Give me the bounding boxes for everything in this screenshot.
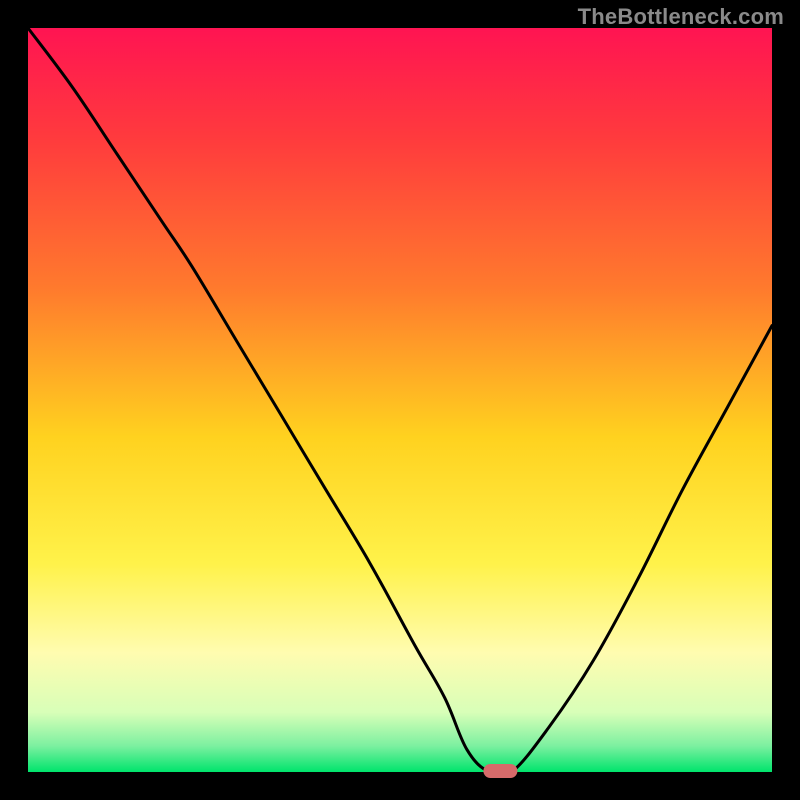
watermark-text: TheBottleneck.com <box>578 4 784 30</box>
chart-frame: { "watermark": "TheBottleneck.com", "cha… <box>0 0 800 800</box>
plot-background <box>28 28 772 772</box>
optimal-marker <box>483 764 517 778</box>
bottleneck-chart <box>0 0 800 800</box>
